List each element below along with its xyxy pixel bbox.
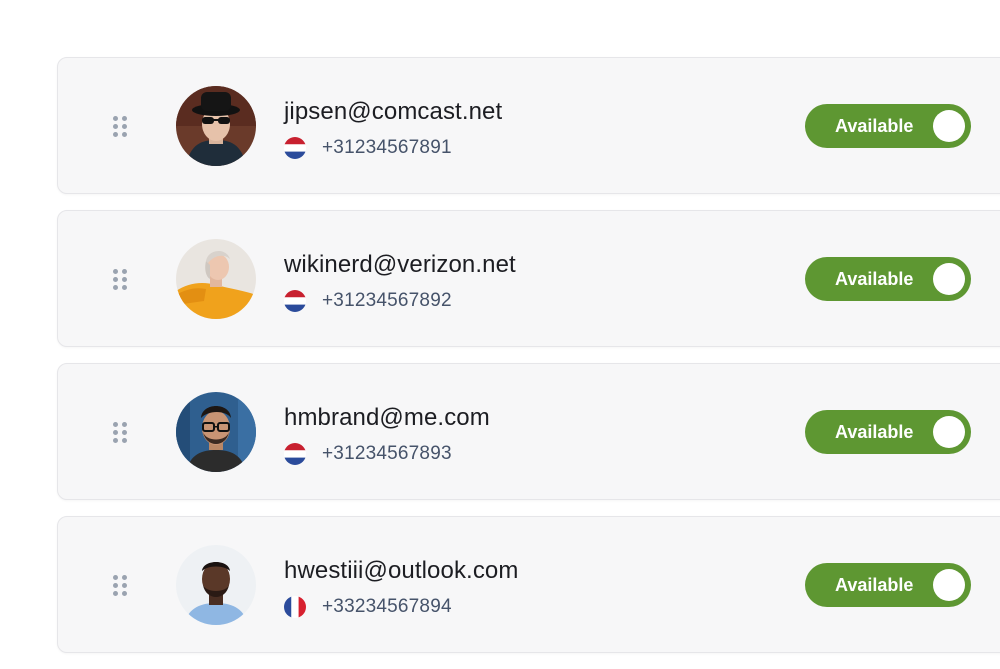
avatar — [176, 545, 256, 625]
toggle-knob — [933, 110, 965, 142]
drag-handle-icon[interactable] — [113, 575, 127, 597]
contact-phone: +31234567891 — [322, 137, 452, 158]
netherlands-flag-icon — [284, 290, 306, 312]
netherlands-flag-icon — [284, 443, 306, 465]
availability-toggle[interactable]: Available — [805, 104, 971, 148]
contact-phone: +31234567893 — [322, 443, 452, 464]
availability-toggle[interactable]: Available — [805, 563, 971, 607]
toggle-knob — [933, 263, 965, 295]
drag-handle-icon[interactable] — [113, 116, 127, 138]
avatar — [176, 239, 256, 319]
contact-email: jipsen@comcast.net — [284, 98, 503, 125]
avatar — [176, 392, 256, 472]
contact-card: wikinerd@verizon.net +31234567892 Availa… — [57, 210, 1000, 347]
contact-email: wikinerd@verizon.net — [284, 251, 516, 278]
phone-row: +31234567893 — [284, 442, 452, 466]
contact-email: hwestiii@outlook.com — [284, 557, 519, 584]
drag-handle-icon[interactable] — [113, 269, 127, 291]
avatar — [176, 86, 256, 166]
toggle-label: Available — [835, 575, 914, 595]
contact-phone: +31234567892 — [322, 290, 452, 311]
contact-card: jipsen@comcast.net +31234567891 Availabl… — [57, 57, 1000, 194]
toggle-label: Available — [835, 422, 914, 442]
phone-row: +33234567894 — [284, 595, 452, 619]
contact-card: hwestiii@outlook.com +33234567894 Availa… — [57, 516, 1000, 653]
france-flag-icon — [284, 596, 306, 618]
contact-card: hmbrand@me.com +31234567893 Available — [57, 363, 1000, 500]
toggle-label: Available — [835, 116, 914, 136]
phone-row: +31234567891 — [284, 136, 452, 160]
contact-phone: +33234567894 — [322, 596, 452, 617]
toggle-knob — [933, 569, 965, 601]
availability-toggle[interactable]: Available — [805, 410, 971, 454]
netherlands-flag-icon — [284, 137, 306, 159]
contact-list: jipsen@comcast.net +31234567891 Availabl… — [57, 57, 1000, 669]
toggle-knob — [933, 416, 965, 448]
availability-toggle[interactable]: Available — [805, 257, 971, 301]
drag-handle-icon[interactable] — [113, 422, 127, 444]
toggle-label: Available — [835, 269, 914, 289]
phone-row: +31234567892 — [284, 289, 452, 313]
contact-email: hmbrand@me.com — [284, 404, 490, 431]
